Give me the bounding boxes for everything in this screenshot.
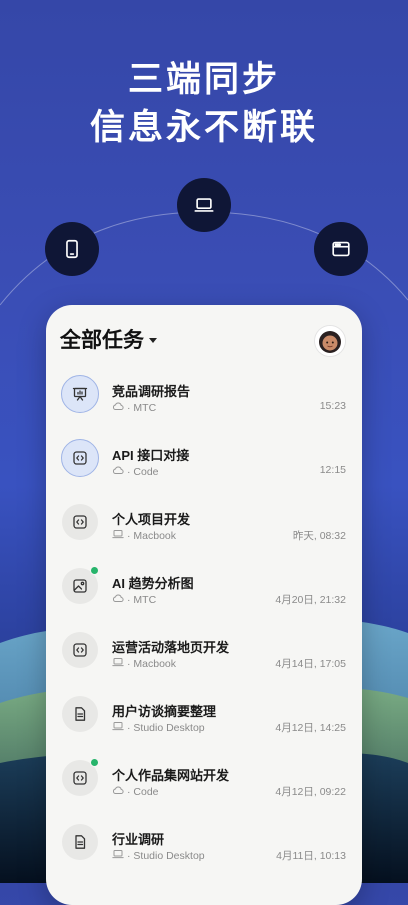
task-title: 行业调研 bbox=[112, 832, 165, 847]
task-time: 4月12日, 14:25 bbox=[275, 722, 346, 734]
task-time: 4月14日, 17:05 bbox=[275, 658, 346, 670]
laptop-icon bbox=[112, 721, 124, 734]
task-source: · Macbook bbox=[112, 657, 176, 670]
task-title: 个人作品集网站开发 bbox=[112, 768, 230, 783]
headline-line-1: 三端同步 bbox=[127, 60, 280, 99]
laptop-icon bbox=[194, 198, 214, 212]
document-icon bbox=[62, 696, 98, 732]
code-icon bbox=[61, 439, 99, 477]
task-row[interactable]: 用户访谈摘要整理 · Studio Desktop 4月12日, 14:25 bbox=[46, 687, 362, 751]
task-source: · Macbook bbox=[112, 529, 176, 542]
task-source-label: · Code bbox=[127, 785, 159, 798]
task-filter-title[interactable]: 全部任务 bbox=[60, 327, 144, 355]
task-row[interactable]: 个人作品集网站开发 · Code 4月12日, 09:22 bbox=[46, 751, 362, 815]
task-row[interactable]: 运营活动落地页开发 · Macbook 4月14日, 17:05 bbox=[46, 623, 362, 687]
laptop-icon bbox=[112, 849, 124, 862]
task-source: · Code bbox=[112, 785, 159, 798]
task-source-label: · MTC bbox=[127, 401, 157, 414]
task-title: 用户访谈摘要整理 bbox=[112, 704, 217, 719]
laptop-icon bbox=[112, 657, 124, 670]
task-time: 12:15 bbox=[319, 464, 346, 476]
cloud-icon bbox=[112, 465, 124, 478]
task-row[interactable]: 个人项目开发 · Macbook 昨天, 08:32 bbox=[46, 495, 362, 559]
task-source: · MTC bbox=[112, 593, 156, 606]
task-title: AI 趋势分析图 bbox=[112, 576, 194, 591]
phone-device-button bbox=[45, 222, 99, 276]
task-panel: 全部任务 竞品调研报告 · MTC 15:23 API 接口对接 · Code 12:15… bbox=[46, 305, 362, 905]
task-source-label: · Code bbox=[127, 465, 159, 478]
phone-icon bbox=[66, 239, 78, 259]
unread-dot bbox=[90, 758, 99, 767]
task-title: 竞品调研报告 bbox=[112, 384, 191, 399]
task-source-label: · Macbook bbox=[127, 529, 177, 542]
task-time: 昨天, 08:32 bbox=[292, 530, 346, 542]
task-title: 运营活动落地页开发 bbox=[112, 640, 230, 655]
task-source: · Studio Desktop bbox=[112, 721, 205, 734]
task-source-label: · Macbook bbox=[127, 657, 177, 670]
task-title: 个人项目开发 bbox=[112, 512, 191, 527]
task-title: API 接口对接 bbox=[112, 448, 190, 463]
cloud-icon bbox=[112, 593, 124, 606]
document-icon bbox=[62, 824, 98, 860]
presentation-chart-icon bbox=[61, 375, 99, 413]
cloud-icon bbox=[112, 785, 124, 798]
task-source: · Code bbox=[112, 465, 159, 478]
headline-line-2: 信息永不断联 bbox=[89, 108, 318, 147]
task-source-label: · Studio Desktop bbox=[127, 849, 205, 862]
laptop-device-button bbox=[177, 178, 231, 232]
headline: 三端同步 信息永不断联 bbox=[0, 56, 408, 152]
task-time: 4月20日, 21:32 bbox=[275, 594, 346, 606]
code-icon bbox=[62, 504, 98, 540]
caret-down-icon[interactable] bbox=[149, 338, 157, 343]
task-source: · MTC bbox=[112, 401, 156, 414]
task-time: 4月11日, 10:13 bbox=[276, 850, 346, 862]
task-row[interactable]: 行业调研 · Studio Desktop 4月11日, 10:13 bbox=[46, 815, 362, 879]
task-list: 竞品调研报告 · MTC 15:23 API 接口对接 · Code 12:15 个人项目开… bbox=[46, 367, 362, 879]
task-row[interactable]: 竞品调研报告 · MTC 15:23 bbox=[46, 367, 362, 431]
browser-window-icon bbox=[332, 241, 350, 257]
browser-device-button bbox=[314, 222, 368, 276]
task-time: 4月12日, 09:22 bbox=[275, 786, 346, 798]
code-icon bbox=[62, 632, 98, 668]
laptop-icon bbox=[112, 529, 124, 542]
task-row[interactable]: API 接口对接 · Code 12:15 bbox=[46, 431, 362, 495]
user-avatar[interactable] bbox=[314, 325, 346, 357]
cloud-icon bbox=[112, 401, 124, 414]
task-source-label: · Studio Desktop bbox=[127, 721, 205, 734]
task-source: · Studio Desktop bbox=[112, 849, 205, 862]
task-row[interactable]: AI 趋势分析图 · MTC 4月20日, 21:32 bbox=[46, 559, 362, 623]
task-source-label: · MTC bbox=[127, 593, 157, 606]
task-time: 15:23 bbox=[319, 400, 346, 412]
unread-dot bbox=[90, 566, 99, 575]
task-panel-header: 全部任务 bbox=[60, 325, 348, 357]
